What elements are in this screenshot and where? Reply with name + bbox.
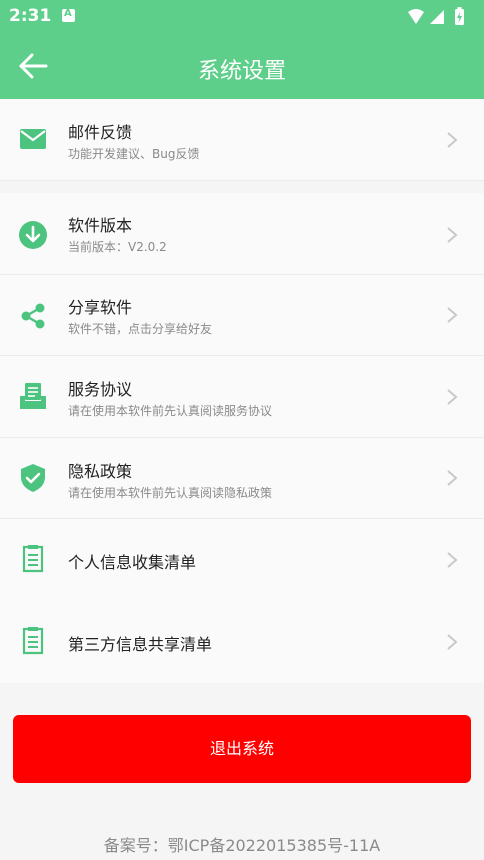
mail-icon [20,129,46,149]
settings-item-third-party-sharing-list[interactable]: 第三方信息共享清单 [0,601,484,683]
download-icon [19,221,47,249]
shield-check-icon [21,464,45,492]
item-title: 邮件反馈 [68,123,133,142]
item-title: 软件版本 [68,216,133,235]
status-bar: 2:31 [0,0,484,33]
icp-record: 备案号：鄂ICP备2022015385号-11A [103,836,381,855]
item-title: 第三方信息共享清单 [68,635,213,654]
status-time: 2:31 [9,6,52,26]
share-icon [21,303,45,329]
system-status-icons [408,7,464,25]
page-title: 系统设置 [197,59,286,84]
list-icon [22,627,44,655]
chevron-right-icon [447,552,458,568]
settings-item-service-agreement[interactable]: 服务协议 请在使用本软件前先认真阅读服务协议 [0,356,484,438]
document-icon [20,383,46,409]
item-title: 分享软件 [68,298,133,317]
settings-item-share[interactable]: 分享软件 软件不错，点击分享给好友 [0,275,484,356]
chevron-right-icon [447,634,458,650]
item-title: 服务协议 [68,380,133,399]
list-icon [22,545,44,573]
chevron-right-icon [447,389,458,405]
settings-item-mail-feedback[interactable]: 邮件反馈 功能开发建议、Bug反馈 [0,99,484,181]
chevron-right-icon [447,307,458,323]
wifi-icon [408,9,424,24]
chevron-right-icon [447,227,458,243]
app-bar: 系统设置 [0,33,484,99]
settings-item-version[interactable]: 软件版本 当前版本：V2.0.2 [0,193,484,275]
settings-item-privacy-policy[interactable]: 隐私政策 请在使用本软件前先认真阅读隐私政策 [0,438,484,519]
item-subtitle: 功能开发建议、Bug反馈 [68,147,200,161]
notification-icon [62,8,75,22]
signal-icon [430,10,444,24]
item-title: 隐私政策 [68,462,133,481]
item-title: 个人信息收集清单 [68,553,197,572]
battery-icon [455,7,464,25]
chevron-right-icon [447,470,458,486]
item-subtitle: 请在使用本软件前先认真阅读隐私政策 [68,486,273,500]
item-subtitle: 软件不错，点击分享给好友 [68,322,213,336]
item-subtitle: 当前版本：V2.0.2 [68,240,167,254]
chevron-right-icon [447,132,458,148]
item-subtitle: 请在使用本软件前先认真阅读服务协议 [68,404,273,418]
logout-button[interactable]: 退出系统 [13,715,471,783]
settings-item-personal-info-list[interactable]: 个人信息收集清单 [0,519,484,601]
